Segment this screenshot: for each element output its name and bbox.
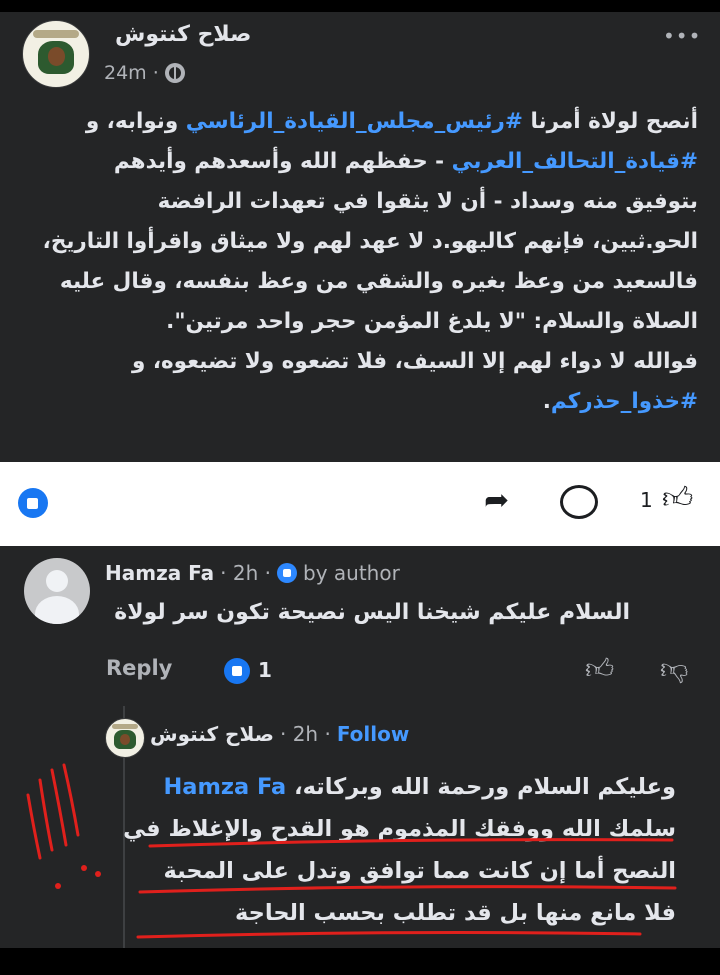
reply-author-name[interactable]: صلاح كنتوش: [150, 722, 274, 746]
downvote-icon[interactable]: 👎︎: [660, 652, 688, 686]
follow-button[interactable]: Follow: [337, 722, 410, 746]
reply-line: سلمك الله ووفقك المذموم هو القدح والإغلا…: [123, 816, 676, 842]
commenter-avatar[interactable]: [24, 558, 90, 624]
like-count: 1: [640, 488, 653, 512]
share-icon[interactable]: ➦: [484, 483, 509, 518]
reply-button[interactable]: Reply: [106, 656, 172, 680]
by-author-label: by author: [303, 561, 400, 585]
bottom-bar: [0, 948, 720, 975]
post-meta: 24m ·: [104, 62, 185, 84]
like-button-icon[interactable]: 👍︎: [662, 481, 693, 517]
top-bar: [0, 0, 720, 12]
reply-text: وعليكم السلام ورحمة الله وبركاته، Hamza …: [116, 766, 676, 934]
post-line: بتوفيق منه وسداد - أن لا يثقوا في تعهدات…: [157, 189, 698, 214]
post-line: الحو.ثيين، فإنهم كاليهو.د لا عهد لهم ولا…: [42, 229, 698, 254]
author-avatar[interactable]: [22, 20, 90, 88]
post-action-bar: [0, 462, 720, 546]
comment-time: · 2h ·: [220, 561, 272, 585]
post-line: فوالله لا دواء لهم إلا السيف، فلا تضعوه …: [131, 349, 698, 374]
reply-header: صلاح كنتوش · 2h · Follow: [150, 722, 409, 746]
post-author-name[interactable]: صلاح كنتوش: [115, 22, 251, 47]
post-time[interactable]: 24m: [104, 62, 147, 84]
post-line: فالسعيد من وعظ بغيره والشقي من وعظ بنفسه…: [59, 269, 698, 294]
comment-icon[interactable]: [560, 485, 598, 519]
reply-line: النصح أما إن كانت مما توافق وتدل على الم…: [163, 858, 676, 884]
post-line: #قيادة_التحالف_العربي - حفظهم الله وأسعد…: [113, 149, 698, 174]
hashtag-link[interactable]: #قيادة_التحالف_العربي: [452, 149, 698, 174]
hashtag-link[interactable]: #خذوا_حذركم: [551, 389, 698, 414]
comment-text: السلام عليكم شيخنا اليس نصيحة تكون سر لو…: [114, 600, 630, 625]
post-line: #خذوا_حذركم.: [542, 389, 698, 414]
post-line: الصلاة والسلام: "لا يلدغ المؤمن حجر واحد…: [166, 309, 698, 334]
reply-line: فلا مانع منها بل قد تطلب بحسب الحاجة: [235, 900, 676, 926]
post-body: أنصح لولاة أمرنا #رئيس_مجلس_القيادة_الرئ…: [8, 102, 698, 422]
upvote-icon[interactable]: 👍︎: [585, 652, 614, 686]
hashtag-link[interactable]: #رئيس_مجلس_القيادة_الرئاسي: [186, 109, 523, 134]
more-options-icon[interactable]: •••: [663, 24, 701, 48]
author-badge-icon: [277, 563, 298, 583]
reply-time: · 2h ·: [279, 722, 331, 746]
like-reaction-icon[interactable]: [18, 488, 48, 518]
comment-like-reaction-icon: [224, 658, 250, 684]
mention-link[interactable]: Hamza Fa: [163, 774, 286, 800]
commenter-name[interactable]: Hamza Fa: [105, 561, 214, 585]
comment-header: Hamza Fa · 2h · by author: [105, 561, 400, 585]
reply-author-avatar[interactable]: [105, 718, 145, 758]
globe-icon: [164, 63, 185, 83]
reply-line: وعليكم السلام ورحمة الله وبركاته، Hamza …: [163, 774, 676, 800]
post-line: أنصح لولاة أمرنا #رئيس_مجلس_القيادة_الرئ…: [85, 109, 698, 134]
comment-reaction-count: 1: [258, 658, 272, 682]
